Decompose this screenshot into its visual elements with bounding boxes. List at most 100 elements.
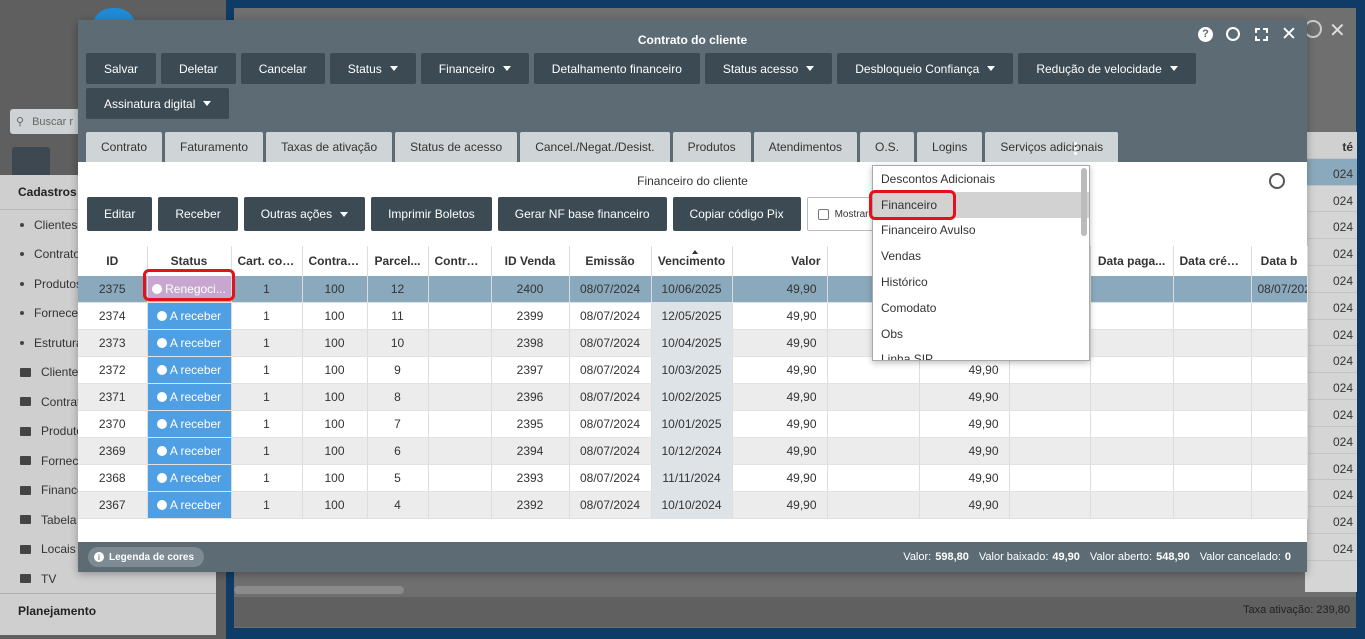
assinatura-digital-button[interactable]: Assinatura digital — [86, 88, 230, 119]
column-header-contrat[interactable]: Contrat... — [302, 246, 368, 276]
horizontal-scrollbar[interactable] — [234, 586, 404, 594]
history-icon[interactable] — [1225, 26, 1241, 42]
status-badge: A receber — [148, 303, 231, 329]
column-header-emissao[interactable]: Emissão — [569, 246, 652, 276]
column-header-cart-cob[interactable]: Cart. cob... — [231, 246, 303, 276]
cell-valor: 49,90 — [732, 383, 828, 412]
desbloqueio-confianca-button[interactable]: Desbloqueio Confiança — [837, 53, 1014, 84]
cell-cart: 1 — [231, 491, 303, 520]
detalhamento-financeiro-button[interactable]: Detalhamento financeiro — [533, 53, 700, 84]
status-cell[interactable]: A receber — [147, 302, 232, 331]
status-cell[interactable]: A receber — [147, 329, 232, 358]
status-cell[interactable]: A receber — [147, 437, 232, 466]
column-header-status[interactable]: Status — [147, 246, 232, 276]
cell-valor: 49,90 — [732, 410, 828, 439]
cell-cart: 1 — [231, 329, 303, 358]
menu-option-descontos-adicionais[interactable]: Descontos Adicionais — [873, 166, 1089, 192]
table-row[interactable]: 2368 A receber 1 100 5 2393 08/07/2024 11/11/20… — [78, 464, 1308, 493]
bullet-icon — [20, 281, 24, 286]
copiar-codigo-pix-button[interactable]: Copiar código Pix — [672, 197, 801, 231]
tab-status-de-acesso[interactable]: Status de acesso — [395, 132, 518, 162]
tab-taxas-de-ativacao[interactable]: Taxas de ativação — [266, 132, 393, 162]
status-cell[interactable]: A receber — [147, 491, 232, 520]
folder-icon — [20, 456, 31, 466]
table-row[interactable]: 2375 Renegoci... 1 100 12 2400 08/07/2024 10/06… — [78, 276, 1308, 304]
total-cancelado: 0 — [1284, 551, 1291, 563]
cell-id: 2368 — [78, 464, 148, 493]
background-cell: 024 — [1305, 534, 1357, 561]
tab-servicos-adicionais[interactable]: Serviços adicionais — [985, 132, 1119, 162]
gerar-nf-base-financeiro-button[interactable]: Gerar NF base financeiro — [497, 197, 667, 231]
status-acesso-button[interactable]: Status acesso — [704, 53, 833, 84]
column-header-valor[interactable]: Valor — [732, 246, 828, 276]
button-label: Detalhamento financeiro — [551, 61, 682, 76]
button-label: Redução de velocidade — [1036, 61, 1162, 76]
salvar-button[interactable]: Salvar — [86, 53, 157, 84]
editar-button[interactable]: Editar — [87, 197, 153, 231]
deletar-button[interactable]: Deletar — [161, 53, 236, 84]
bullet-icon — [20, 252, 24, 257]
table-row[interactable]: 2373 A receber 1 100 10 2398 08/07/2024 10/04/2… — [78, 329, 1308, 358]
imprimir-boletos-button[interactable]: Imprimir Boletos — [371, 197, 492, 231]
close-icon[interactable]: ✕ — [1281, 24, 1297, 45]
menu-option-financeiro-avulso[interactable]: Financeiro Avulso — [873, 218, 1089, 244]
column-header-data-b[interactable]: Data b — [1251, 246, 1308, 276]
menu-tab[interactable] — [12, 147, 50, 175]
tab-faturamento[interactable]: Faturamento — [165, 132, 264, 162]
expand-icon[interactable] — [1253, 26, 1269, 42]
clock-icon — [156, 500, 167, 511]
table-row[interactable]: 2369 A receber 1 100 6 2394 08/07/2024 10/12/20… — [78, 437, 1308, 466]
column-header-parcel[interactable]: Parcel... — [367, 246, 429, 276]
table-row[interactable]: 2371 A receber 1 100 8 2396 08/07/2024 10/02/20… — [78, 383, 1308, 412]
column-header-data-credito[interactable]: Data crédito — [1173, 246, 1252, 276]
menu-footer[interactable]: Planejamento — [0, 593, 216, 627]
column-header-id[interactable]: ID — [78, 246, 148, 276]
tab-atendimentos[interactable]: Atendimentos — [753, 132, 858, 162]
table-row[interactable]: 2370 A receber 1 100 7 2395 08/07/2024 10/01/20… — [78, 410, 1308, 439]
status-cell[interactable]: Renegoci... — [147, 276, 232, 304]
financeiro-button[interactable]: Financeiro — [420, 53, 529, 84]
status-cell[interactable]: A receber — [147, 383, 232, 412]
checkbox-icon[interactable] — [817, 208, 829, 220]
menu-option-obs[interactable]: Obs — [873, 321, 1089, 347]
cell-parcela: 10 — [367, 329, 429, 358]
reducao-de-velocidade-button[interactable]: Redução de velocidade — [1018, 53, 1196, 84]
column-header-vencimento[interactable]: Vencimento — [651, 246, 733, 276]
close-icon[interactable]: ✕ — [1329, 18, 1346, 43]
outras-acoes-button[interactable]: Outras ações — [243, 197, 366, 231]
folder-icon — [20, 485, 31, 495]
legend-button[interactable]: i Legenda de cores — [88, 547, 205, 567]
menu-option-comodato[interactable]: Comodato — [873, 295, 1089, 321]
menu-option-vendas[interactable]: Vendas — [873, 243, 1089, 269]
tab-o-s[interactable]: O.S. — [860, 132, 915, 162]
status-cell[interactable]: A receber — [147, 356, 232, 385]
table-row[interactable]: 2367 A receber 1 100 4 2392 08/07/2024 10/10/20… — [78, 491, 1308, 520]
menu-option-financeiro[interactable]: Financeiro — [873, 191, 1089, 218]
menu-folder-label: TV — [41, 571, 57, 586]
cell-valor2: 49,90 — [919, 410, 1010, 439]
status-button[interactable]: Status — [329, 53, 416, 84]
cancelar-button[interactable]: Cancelar — [240, 53, 325, 84]
menu-option-historico[interactable]: Histórico — [873, 269, 1089, 295]
cell-contrato: 100 — [302, 464, 368, 493]
tabs-overflow-menu: Descontos Adicionais Financeiro Financeiro… — [872, 165, 1090, 361]
table-row[interactable]: 2374 A receber 1 100 11 2399 08/07/2024 12/05/2… — [78, 302, 1308, 331]
menu-scrollbar[interactable] — [1081, 168, 1087, 236]
receber-button[interactable]: Receber — [158, 197, 238, 231]
table-row[interactable]: 2372 A receber 1 100 9 2397 08/07/2024 10/03/20… — [78, 356, 1308, 385]
column-header-contrat[interactable]: Contrat... — [428, 246, 492, 276]
status-cell[interactable]: A receber — [147, 410, 232, 439]
history-icon[interactable] — [1269, 173, 1285, 189]
more-tabs-icon[interactable] — [1074, 142, 1077, 155]
tab-cancel-negat-desist[interactable]: Cancel./Negat./Desist. — [520, 132, 670, 162]
tab-logins[interactable]: Logins — [917, 132, 983, 162]
tab-contrato[interactable]: Contrato — [86, 132, 163, 162]
column-header-data-paga[interactable]: Data paga... — [1090, 246, 1174, 276]
help-icon[interactable]: ? — [1198, 26, 1213, 42]
status-cell[interactable]: A receber — [147, 464, 232, 493]
menu-item-label: Clientes — [34, 217, 78, 232]
column-header-id-venda[interactable]: ID Venda — [491, 246, 570, 276]
menu-option-linha-sip[interactable]: Linha SIP — [873, 347, 1089, 360]
status-text: Renegoci... — [165, 282, 226, 297]
tab-produtos[interactable]: Produtos — [672, 132, 751, 162]
